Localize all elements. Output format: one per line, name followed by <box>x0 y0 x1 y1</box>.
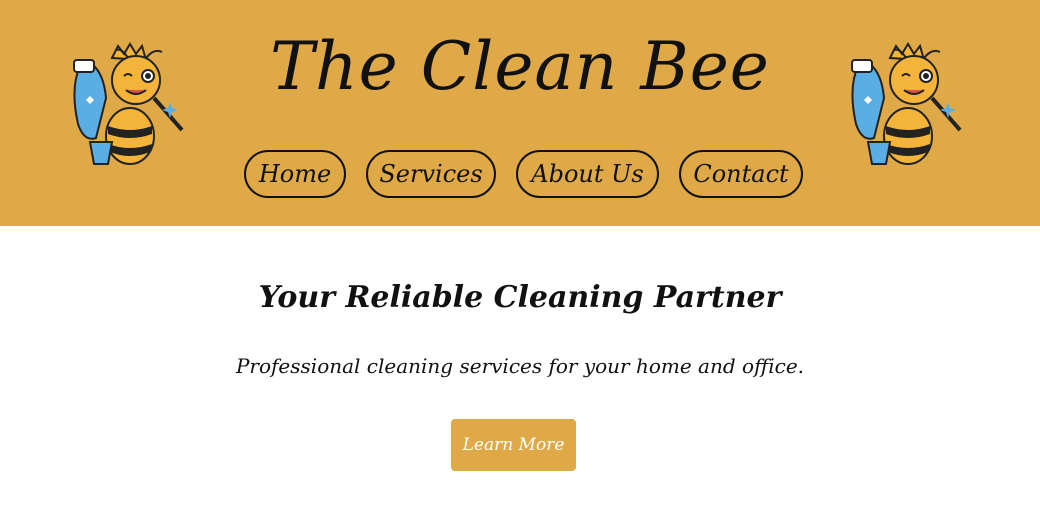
hero-subtitle: Professional cleaning services for your … <box>235 354 805 378</box>
nav-contact-link[interactable]: Contact <box>679 150 803 198</box>
nav-services-link[interactable]: Services <box>366 150 496 198</box>
site-header: The Clean Bee Home Services About Us Con… <box>0 0 1040 226</box>
learn-more-button[interactable]: Learn More <box>451 419 576 471</box>
bee-mascot-icon <box>851 42 962 165</box>
hero-title: Your Reliable Cleaning Partner <box>258 280 782 315</box>
nav-home-link[interactable]: Home <box>244 150 346 198</box>
main-nav: Home Services About Us Contact <box>244 150 803 198</box>
nav-about-us-link[interactable]: About Us <box>516 150 659 198</box>
